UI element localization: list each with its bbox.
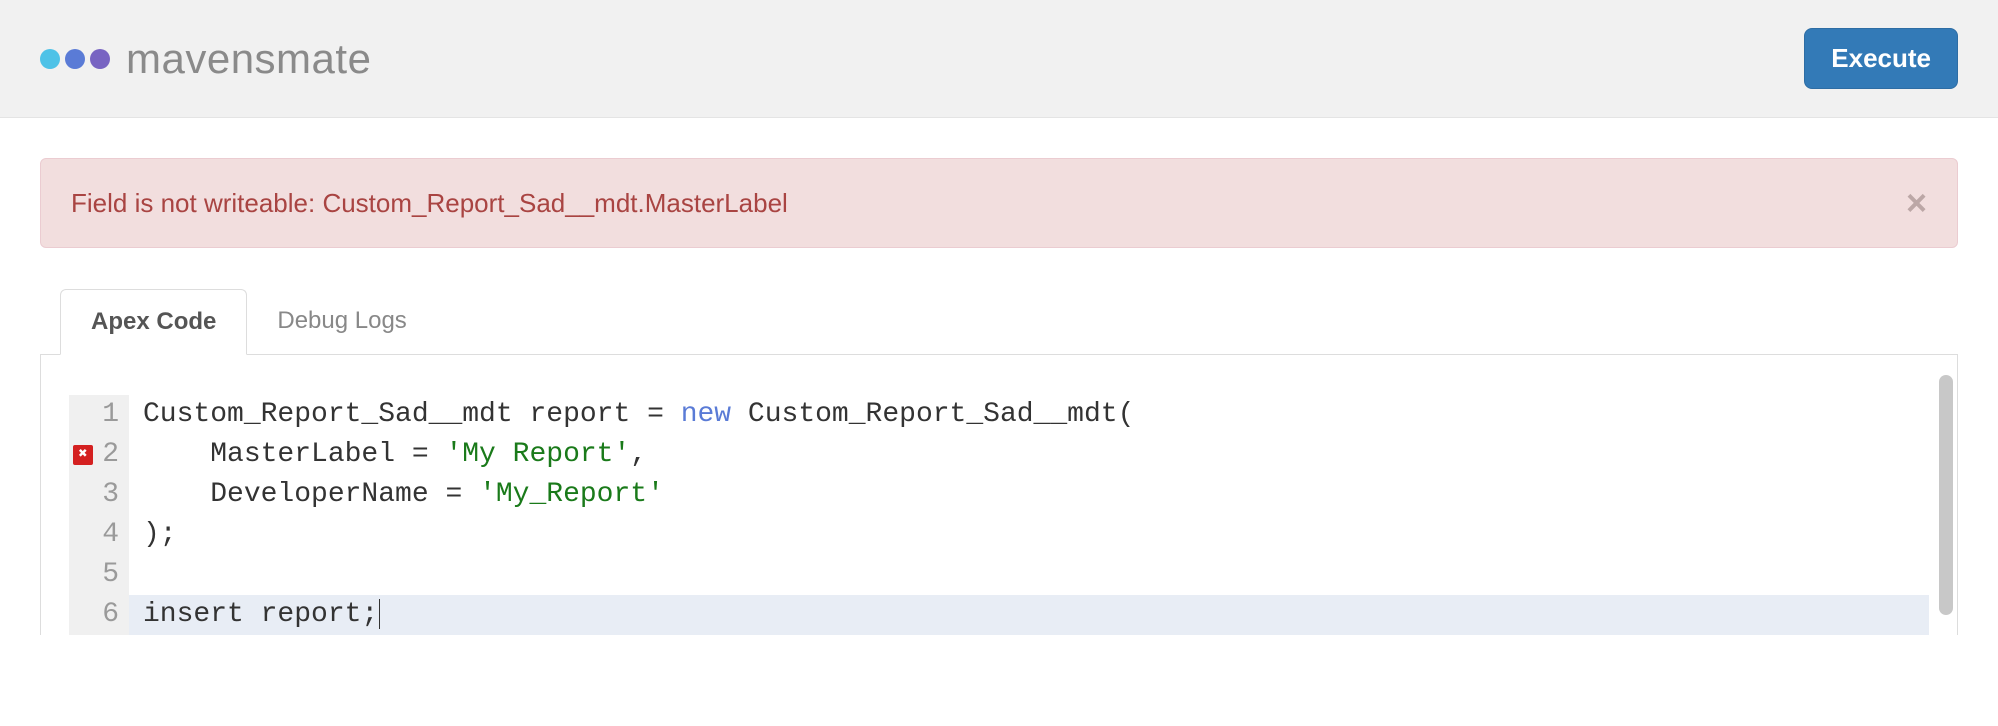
code-content[interactable]: MasterLabel = 'My Report', <box>129 435 1929 475</box>
code-content[interactable]: insert report; <box>129 595 1929 635</box>
close-icon[interactable]: × <box>1906 185 1927 221</box>
error-alert: Field is not writeable: Custom_Report_Sa… <box>40 158 1958 248</box>
code-line[interactable]: 1Custom_Report_Sad__mdt report = new Cus… <box>69 395 1929 435</box>
execute-button[interactable]: Execute <box>1804 28 1958 89</box>
line-number: 4 <box>69 515 129 555</box>
line-number: 3 <box>69 475 129 515</box>
code-content[interactable]: ); <box>129 515 1929 555</box>
logo: mavensmate <box>40 35 371 83</box>
line-number: 5 <box>69 555 129 595</box>
logo-dot-icon <box>90 49 110 69</box>
code-content[interactable]: Custom_Report_Sad__mdt report = new Cust… <box>129 395 1929 435</box>
logo-dots <box>40 49 110 69</box>
line-number: 2✖ <box>69 435 129 475</box>
code-content[interactable]: DeveloperName = 'My_Report' <box>129 475 1929 515</box>
line-number: 6 <box>69 595 129 635</box>
main-container: Field is not writeable: Custom_Report_Sa… <box>0 118 1998 635</box>
error-message: Field is not writeable: Custom_Report_Sa… <box>71 188 788 219</box>
code-editor-panel: 1Custom_Report_Sad__mdt report = new Cus… <box>40 355 1958 635</box>
code-line[interactable]: 2✖ MasterLabel = 'My Report', <box>69 435 1929 475</box>
line-number: 1 <box>69 395 129 435</box>
logo-dot-icon <box>65 49 85 69</box>
error-marker-icon: ✖ <box>73 445 93 465</box>
code-line[interactable]: 6insert report; <box>69 595 1929 635</box>
brand-name: mavensmate <box>126 35 371 83</box>
code-line[interactable]: 5 <box>69 555 1929 595</box>
code-line[interactable]: 3 DeveloperName = 'My_Report' <box>69 475 1929 515</box>
tab-debug-logs[interactable]: Debug Logs <box>247 289 436 355</box>
app-header: mavensmate Execute <box>0 0 1998 118</box>
tab-bar: Apex Code Debug Logs <box>40 288 1958 355</box>
text-cursor <box>379 599 380 629</box>
code-editor[interactable]: 1Custom_Report_Sad__mdt report = new Cus… <box>69 395 1929 635</box>
editor-scrollbar[interactable] <box>1939 375 1953 615</box>
logo-dot-icon <box>40 49 60 69</box>
code-line[interactable]: 4); <box>69 515 1929 555</box>
code-content[interactable] <box>129 555 1929 595</box>
tab-apex-code[interactable]: Apex Code <box>60 289 247 355</box>
